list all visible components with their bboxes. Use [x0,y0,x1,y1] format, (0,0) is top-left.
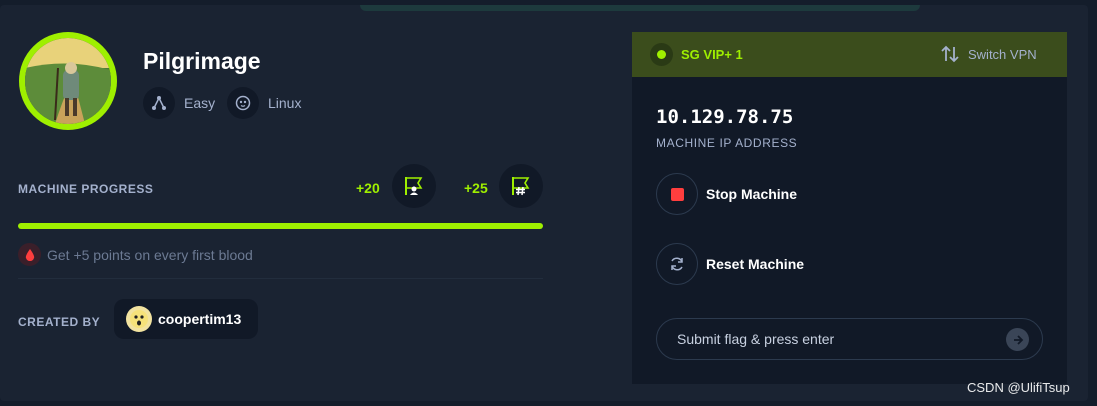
difficulty-icon [143,87,175,119]
reset-machine-label: Reset Machine [706,256,805,272]
stop-icon [656,173,698,215]
first-blood-text: Get +5 points on every first blood [47,246,253,263]
machine-ip-label: MACHINE IP ADDRESS [656,136,798,150]
page: Pilgrimage Easy Linux MACHINE PROGRESS +… [0,0,1097,406]
creator-name: coopertim13 [158,311,242,327]
user-flag-points: +20 [356,180,380,196]
user-flag-icon [405,177,423,195]
creator-avatar [126,306,152,332]
first-blood-note: Get +5 points on every first blood [18,243,253,266]
vpn-server-name: SG VIP+ 1 [681,47,743,62]
difficulty-label: Easy [184,95,216,111]
stop-machine-label: Stop Machine [706,186,798,202]
top-decoration [360,5,920,11]
pilgrim-image [25,38,111,124]
machine-progress-label: MACHINE PROGRESS [18,182,154,196]
refresh-icon [656,243,698,285]
swap-arrows-icon [941,45,959,63]
connection-panel: SG VIP+ 1 Switch VPN 10.129.78.75 MACHIN… [632,32,1067,384]
divider [18,278,543,279]
root-flag-points: +25 [464,180,488,196]
watermark: CSDN @UlifiTsup [967,380,1070,395]
machine-name: Pilgrimage [143,48,261,74]
user-flag-button[interactable] [392,164,436,208]
submit-arrow-icon[interactable] [1006,328,1029,351]
vpn-bar: SG VIP+ 1 Switch VPN [632,32,1067,77]
stop-machine-button[interactable]: Stop Machine [656,173,797,215]
switch-vpn-button[interactable]: Switch VPN [940,45,1037,63]
switch-vpn-label: Switch VPN [968,46,1037,62]
root-flag-icon [512,177,530,196]
linux-icon [227,87,259,119]
root-flag-button[interactable] [499,164,543,208]
blood-drop-icon [18,243,41,266]
difficulty-tag: Easy [143,87,215,119]
creator-chip[interactable]: coopertim13 [114,299,258,339]
machine-card: Pilgrimage Easy Linux MACHINE PROGRESS +… [0,5,1088,401]
flag-submit-box [656,318,1043,360]
machine-avatar [19,32,117,130]
os-tag: Linux [227,87,301,119]
vpn-status-icon [650,43,673,66]
reset-machine-button[interactable]: Reset Machine [656,243,804,285]
created-by-label: CREATED BY [18,315,101,329]
machine-ip[interactable]: 10.129.78.75 [656,106,793,128]
flag-input[interactable] [677,319,997,359]
os-label: Linux [268,95,302,111]
progress-bar [18,223,543,229]
